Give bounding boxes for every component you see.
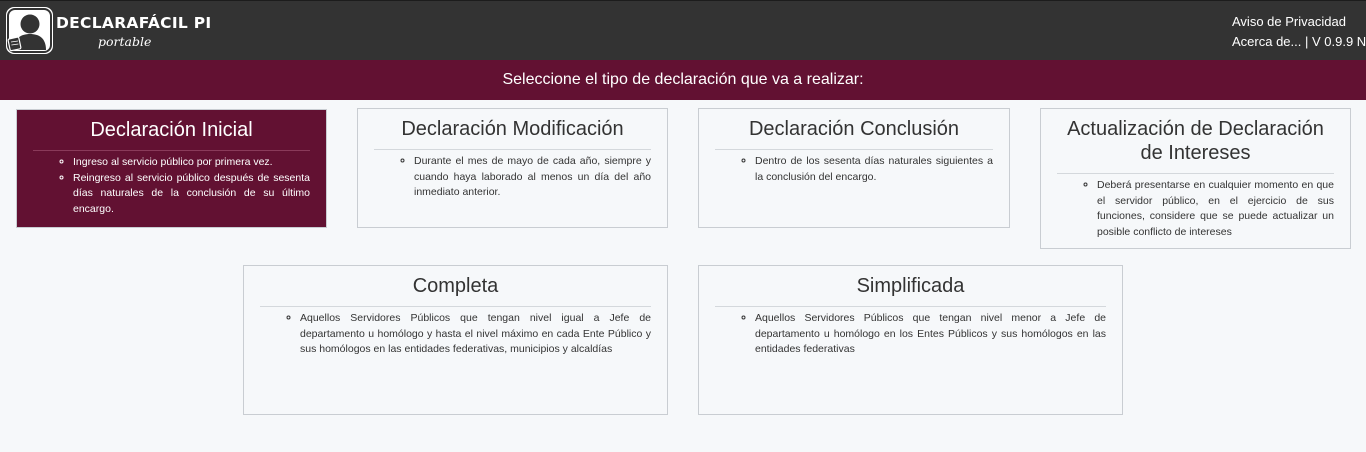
card-description-list: Aquellos Servidores Públicos que tengan … [715, 311, 1106, 358]
person-icon [7, 8, 52, 53]
card-title: Declaración Modificación [374, 117, 651, 150]
card-simplificada[interactable]: Simplificada Aquellos Servidores Público… [698, 265, 1123, 415]
app-logo [6, 7, 53, 54]
card-declaracion-conclusion[interactable]: Declaración Conclusión Dentro de los ses… [698, 108, 1010, 228]
list-item: Aquellos Servidores Públicos que tengan … [300, 311, 651, 358]
version-label: | V 0.9.9 N [1301, 34, 1366, 49]
card-declaracion-inicial[interactable]: Declaración Inicial Ingreso al servicio … [16, 109, 327, 228]
list-item: Durante el mes de mayo de cada año, siem… [414, 154, 651, 201]
card-title: Completa [260, 274, 651, 307]
card-completa[interactable]: Completa Aquellos Servidores Públicos qu… [243, 265, 668, 415]
privacy-link[interactable]: Aviso de Privacidad [1232, 14, 1346, 29]
list-item: Reingreso al servicio público después de… [73, 171, 310, 218]
app-subtitle: portable [98, 34, 152, 49]
list-item: Aquellos Servidores Públicos que tengan … [755, 311, 1106, 358]
about-link[interactable]: Acerca de... [1232, 34, 1301, 49]
card-description-list: Durante el mes de mayo de cada año, siem… [374, 154, 651, 201]
top-bar: DECLARAFÁCIL PI portable Aviso de Privac… [0, 0, 1366, 60]
card-title: Actualización de Declaración de Interese… [1057, 117, 1334, 174]
header-links: Aviso de Privacidad Acerca de... | V 0.9… [1232, 12, 1366, 52]
card-actualizacion-intereses[interactable]: Actualización de Declaración de Interese… [1040, 108, 1351, 249]
app-title: DECLARAFÁCIL PI [56, 14, 212, 32]
card-description-list: Dentro de los sesenta días naturales sig… [715, 154, 993, 185]
card-description-list: Ingreso al servicio público por primera … [33, 155, 310, 218]
list-item: Deberá presentarse en cualquier momento … [1097, 178, 1334, 241]
instruction-banner: Seleccione el tipo de declaración que va… [0, 60, 1366, 100]
card-title: Simplificada [715, 274, 1106, 307]
card-title: Declaración Inicial [33, 118, 310, 151]
card-declaracion-modificacion[interactable]: Declaración Modificación Durante el mes … [357, 108, 668, 228]
card-description-list: Aquellos Servidores Públicos que tengan … [260, 311, 651, 358]
list-item: Ingreso al servicio público por primera … [73, 155, 310, 171]
card-title: Declaración Conclusión [715, 117, 993, 150]
card-description-list: Deberá presentarse en cualquier momento … [1057, 178, 1334, 241]
list-item: Dentro de los sesenta días naturales sig… [755, 154, 993, 185]
